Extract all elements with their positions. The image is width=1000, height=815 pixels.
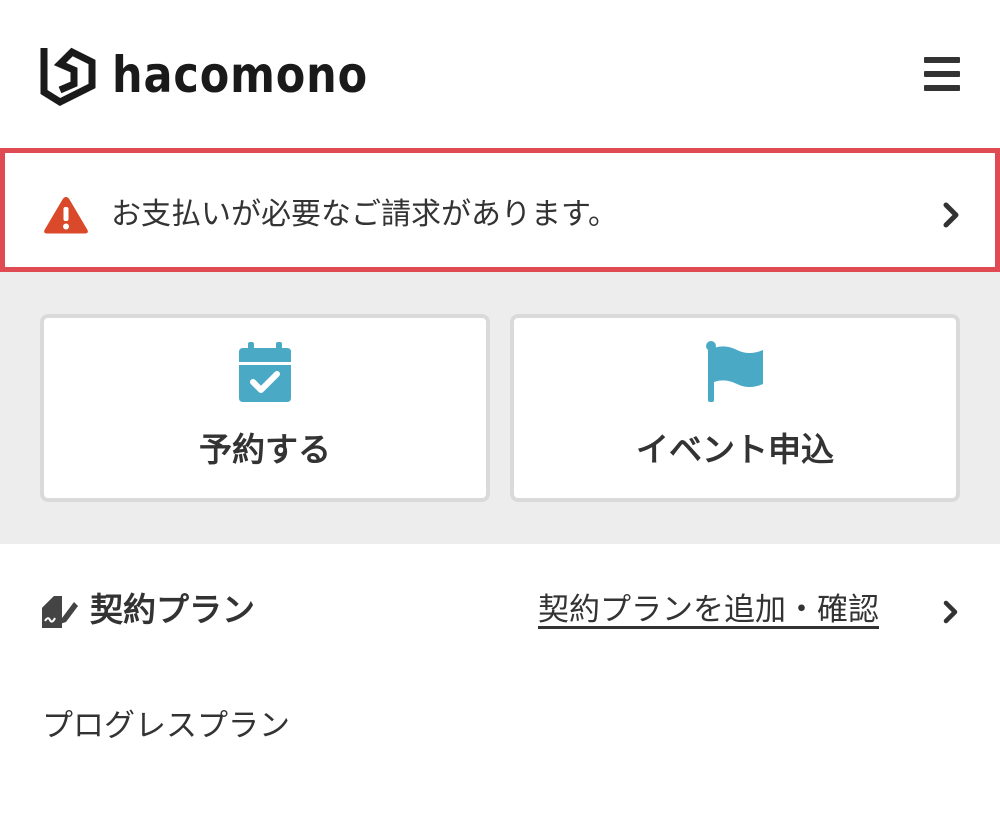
quick-actions: 予約する イベント申込	[0, 272, 1000, 544]
reserve-label: 予約する	[199, 430, 331, 469]
logo-text: hacomono	[112, 46, 369, 104]
chevron-right-icon	[943, 202, 959, 228]
current-plan-name: プログレスプラン	[42, 708, 290, 744]
contract-sign-icon	[42, 596, 78, 628]
add-confirm-plan-link[interactable]: 契約プランを追加・確認	[538, 590, 879, 630]
reserve-button[interactable]: 予約する	[40, 314, 490, 502]
hacomono-logo-icon	[40, 47, 96, 106]
chevron-right-icon[interactable]	[942, 600, 960, 624]
event-apply-button[interactable]: イベント申込	[510, 314, 960, 502]
app-header: hacomono	[0, 0, 1000, 148]
logo[interactable]: hacomono	[40, 44, 410, 106]
contract-plan-section: 契約プラン 契約プランを追加・確認 プログレスプラン	[0, 544, 1000, 815]
contract-plan-heading: 契約プラン	[90, 590, 255, 629]
alert-message: お支払いが必要なご請求があります。	[111, 197, 618, 232]
hamburger-menu-icon[interactable]	[922, 56, 962, 92]
payment-alert-banner[interactable]: お支払いが必要なご請求があります。	[0, 148, 1000, 272]
warning-triangle-icon	[44, 197, 88, 234]
flag-icon	[706, 341, 763, 402]
event-apply-label: イベント申込	[636, 430, 834, 469]
calendar-check-icon	[239, 342, 291, 402]
